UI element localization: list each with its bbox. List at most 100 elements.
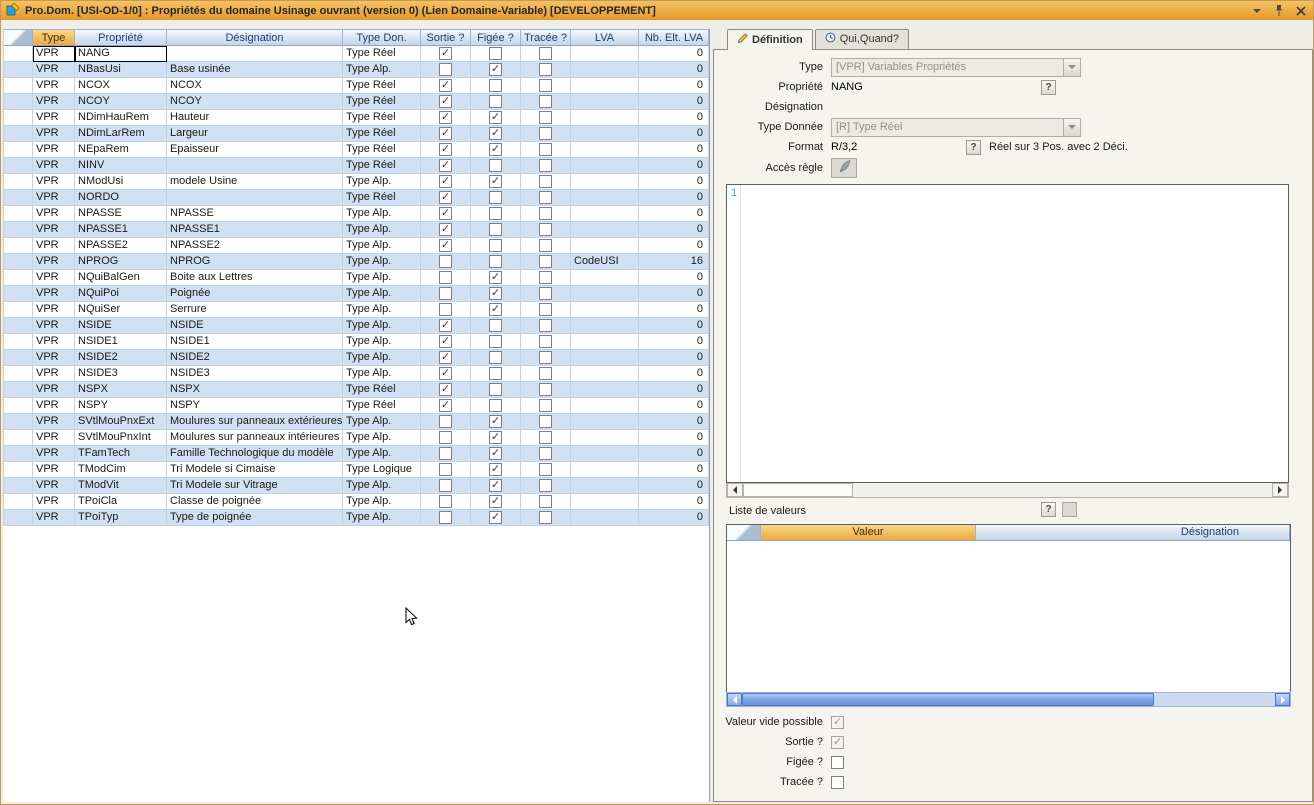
table-row[interactable]: VPR NSIDE NSIDE Type Alp. 0 <box>3 318 709 334</box>
tracee-checkbox[interactable] <box>539 223 552 236</box>
figee-checkbox[interactable] <box>489 351 502 364</box>
figee-checkbox[interactable] <box>489 143 502 156</box>
table-row[interactable]: VPR TModCim Tri Modele si Cimaise Type L… <box>3 462 709 478</box>
liste-valeurs-disabled-button[interactable] <box>1062 502 1077 517</box>
acces-regle-button[interactable] <box>831 158 857 178</box>
tracee-checkbox[interactable] <box>539 431 552 444</box>
tracee-checkbox[interactable] <box>539 159 552 172</box>
tracee-checkbox[interactable] <box>539 399 552 412</box>
sortie-checkbox[interactable] <box>439 431 452 444</box>
row-selector[interactable] <box>3 462 33 478</box>
figee-checkbox[interactable] <box>489 47 502 60</box>
row-selector[interactable] <box>3 190 33 206</box>
figee-checkbox[interactable] <box>489 335 502 348</box>
type-select[interactable]: [VPR] Variables Propriétés <box>831 58 1081 77</box>
row-selector[interactable] <box>3 382 33 398</box>
row-selector[interactable] <box>3 254 33 270</box>
figee-checkbox[interactable] <box>489 367 502 380</box>
figee-checkbox[interactable] <box>489 447 502 460</box>
figee-checkbox[interactable] <box>489 399 502 412</box>
row-selector[interactable] <box>3 366 33 382</box>
row-selector[interactable] <box>3 94 33 110</box>
row-selector[interactable] <box>3 158 33 174</box>
tracee-checkbox[interactable] <box>539 495 552 508</box>
tab-definition[interactable]: Définition <box>727 29 813 50</box>
sortie-checkbox[interactable] <box>439 383 452 396</box>
values-scrollbar-thumb[interactable] <box>742 693 1154 706</box>
sortie-checkbox[interactable] <box>439 159 452 172</box>
liste-valeurs-help-button[interactable]: ? <box>1041 502 1056 517</box>
tracee-checkbox[interactable] <box>539 271 552 284</box>
tracee-checkbox[interactable] <box>539 207 552 220</box>
valeur-vide-checkbox[interactable] <box>831 716 844 729</box>
propriete-help-button[interactable]: ? <box>1041 80 1056 95</box>
table-row[interactable]: VPR TModVit Tri Modele sur Vitrage Type … <box>3 478 709 494</box>
col-header-tracee[interactable]: Tracée ? <box>521 29 571 46</box>
tracee-checkbox[interactable] <box>539 191 552 204</box>
sortie-checkbox[interactable] <box>439 191 452 204</box>
table-row[interactable]: VPR NSIDE2 NSIDE2 Type Alp. 0 <box>3 350 709 366</box>
table-row[interactable]: VPR NORDO Type Réel 0 <box>3 190 709 206</box>
row-selector[interactable] <box>3 302 33 318</box>
sortie-checkbox[interactable] <box>439 415 452 428</box>
row-selector[interactable] <box>3 142 33 158</box>
figee-checkbox[interactable] <box>489 495 502 508</box>
figee-checkbox[interactable] <box>489 479 502 492</box>
tracee-checkbox[interactable] <box>831 776 844 789</box>
tracee-checkbox[interactable] <box>539 351 552 364</box>
figee-checkbox[interactable] <box>489 511 502 524</box>
tracee-checkbox[interactable] <box>539 479 552 492</box>
figee-checkbox[interactable] <box>489 239 502 252</box>
table-row[interactable]: VPR TPoiTyp Type de poignée Type Alp. 0 <box>3 510 709 526</box>
row-selector[interactable] <box>3 286 33 302</box>
table-row[interactable]: VPR NCOY NCOY Type Réel 0 <box>3 94 709 110</box>
tracee-checkbox[interactable] <box>539 367 552 380</box>
values-table[interactable]: Valeur Désignation <box>726 524 1291 693</box>
tracee-checkbox[interactable] <box>539 143 552 156</box>
table-row[interactable]: VPR NSIDE3 NSIDE3 Type Alp. 0 <box>3 366 709 382</box>
figee-checkbox[interactable] <box>489 111 502 124</box>
sortie-checkbox[interactable] <box>439 463 452 476</box>
table-row[interactable]: VPR NINV Type Réel 0 <box>3 158 709 174</box>
table-row[interactable]: VPR NSIDE1 NSIDE1 Type Alp. 0 <box>3 334 709 350</box>
col-header-propriete[interactable]: Propriété <box>75 29 167 46</box>
scroll-right-icon[interactable] <box>1275 693 1290 706</box>
tracee-checkbox[interactable] <box>539 287 552 300</box>
sortie-checkbox[interactable] <box>439 287 452 300</box>
figee-checkbox[interactable] <box>489 175 502 188</box>
table-row[interactable]: VPR TPoiCla Classe de poignée Type Alp. … <box>3 494 709 510</box>
row-selector[interactable] <box>3 318 33 334</box>
figee-checkbox[interactable] <box>489 191 502 204</box>
tracee-checkbox[interactable] <box>539 303 552 316</box>
row-selector[interactable] <box>3 398 33 414</box>
figee-checkbox[interactable] <box>489 303 502 316</box>
sortie-checkbox[interactable] <box>439 63 452 76</box>
figee-checkbox[interactable] <box>489 287 502 300</box>
tab-qui-quand[interactable]: Qui,Quand? <box>815 29 909 49</box>
col-header-type-don[interactable]: Type Don. <box>343 29 421 46</box>
figee-checkbox[interactable] <box>489 63 502 76</box>
sortie-checkbox[interactable] <box>439 255 452 268</box>
sortie-checkbox[interactable] <box>439 367 452 380</box>
figee-checkbox[interactable] <box>489 79 502 92</box>
tracee-checkbox[interactable] <box>539 79 552 92</box>
chevron-down-icon[interactable] <box>1249 4 1264 18</box>
sortie-checkbox[interactable] <box>439 207 452 220</box>
table-row[interactable]: VPR NBasUsi Base usinée Type Alp. 0 <box>3 62 709 78</box>
col-header-valeur-designation[interactable]: Désignation <box>976 525 1290 541</box>
tracee-checkbox[interactable] <box>539 511 552 524</box>
table-row[interactable]: VPR NCOX NCOX Type Réel 0 <box>3 78 709 94</box>
figee-checkbox[interactable] <box>489 223 502 236</box>
col-header-sortie[interactable]: Sortie ? <box>421 29 471 46</box>
sortie-checkbox[interactable] <box>439 335 452 348</box>
figee-checkbox[interactable] <box>831 756 844 769</box>
table-row[interactable]: VPR NPASSE2 NPASSE2 Type Alp. 0 <box>3 238 709 254</box>
row-selector[interactable] <box>3 510 33 526</box>
sortie-checkbox[interactable] <box>831 736 844 749</box>
sortie-checkbox[interactable] <box>439 447 452 460</box>
table-row[interactable]: VPR NQuiPoi Poignée Type Alp. 0 <box>3 286 709 302</box>
table-row[interactable]: VPR SVtlMouPnxExt Moulures sur panneaux … <box>3 414 709 430</box>
col-header-designation[interactable]: Désignation <box>167 29 343 46</box>
tracee-checkbox[interactable] <box>539 63 552 76</box>
editor-scrollbar-thumb[interactable] <box>743 483 853 497</box>
